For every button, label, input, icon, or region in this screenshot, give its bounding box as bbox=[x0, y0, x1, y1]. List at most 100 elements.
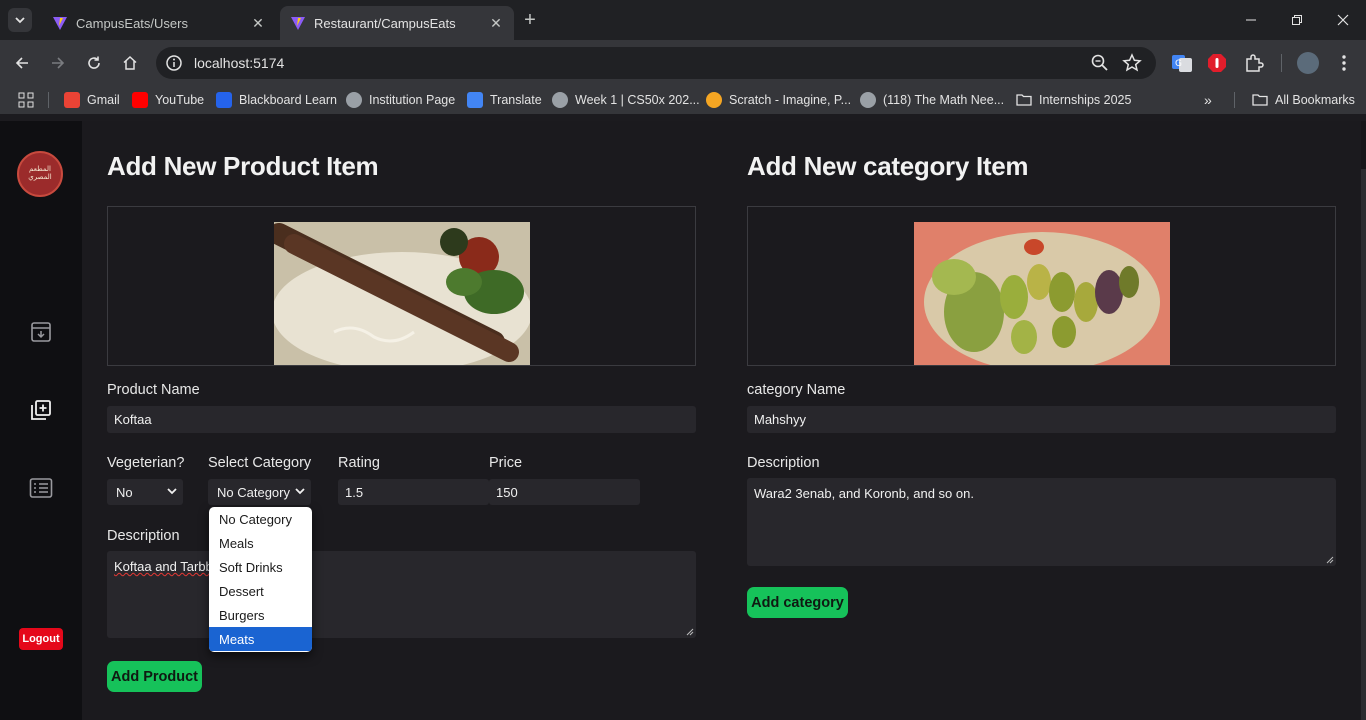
address-bar[interactable]: localhost:5174 bbox=[156, 47, 1156, 79]
home-icon bbox=[123, 55, 137, 70]
bookmark-internships[interactable]: Internships 2025 bbox=[1016, 91, 1131, 109]
minimize-icon bbox=[1246, 19, 1256, 21]
more-bookmarks-button[interactable]: » bbox=[1204, 91, 1212, 109]
tab-campuseats-users[interactable]: CampusEats/Users ✕ bbox=[42, 6, 276, 40]
category-image-box bbox=[747, 206, 1336, 366]
category-description-label: Description bbox=[747, 455, 820, 471]
bookmark-label: Gmail bbox=[87, 93, 120, 107]
bookmark-cs50[interactable]: Week 1 | CS50x 202... bbox=[552, 91, 700, 109]
category-select[interactable]: No Category bbox=[208, 479, 311, 505]
bookmarks-divider bbox=[48, 92, 49, 108]
category-option[interactable]: Burgers bbox=[209, 603, 312, 627]
forward-button[interactable] bbox=[46, 51, 70, 75]
bookmark-label: Internships 2025 bbox=[1039, 93, 1132, 107]
product-name-input[interactable]: Koftaa bbox=[107, 406, 696, 433]
bookmark-label: (118) The Math Nee... bbox=[883, 93, 1005, 107]
arrow-left-icon bbox=[15, 57, 28, 69]
logout-button[interactable]: Logout bbox=[19, 628, 63, 650]
back-button[interactable] bbox=[10, 51, 34, 75]
svg-text:G: G bbox=[1175, 59, 1182, 69]
close-icon bbox=[1337, 14, 1349, 26]
reload-button[interactable] bbox=[82, 51, 106, 75]
product-name-label: Product Name bbox=[107, 382, 200, 398]
toolbar-divider bbox=[1281, 54, 1282, 72]
category-select-label: Select Category bbox=[208, 455, 312, 471]
chevron-down-icon bbox=[167, 488, 177, 495]
category-heading: Add New category Item bbox=[747, 151, 1029, 181]
browser-toolbar: localhost:5174 G bbox=[0, 40, 1366, 86]
kofta-image bbox=[274, 222, 530, 365]
reload-icon bbox=[88, 56, 100, 69]
all-bookmarks-folder[interactable]: All Bookmarks bbox=[1252, 91, 1355, 109]
bookmarks-bar: Gmail YouTube Blackboard Learn Instituti… bbox=[0, 86, 1366, 114]
extensions-puzzle-icon[interactable] bbox=[1243, 52, 1265, 74]
bookmark-label: Scratch - Imagine, P... bbox=[729, 93, 852, 107]
bookmark-institution[interactable]: Institution Page bbox=[346, 91, 455, 109]
resize-grip-icon[interactable] bbox=[686, 628, 694, 636]
close-tab-icon[interactable]: ✕ bbox=[250, 15, 266, 31]
close-window-button[interactable] bbox=[1320, 0, 1366, 40]
google-translate-extension-icon[interactable]: G bbox=[1171, 52, 1193, 74]
vegetarian-label: Vegeterian? bbox=[107, 455, 185, 471]
sidebar-item-add[interactable] bbox=[28, 397, 54, 423]
globe-icon bbox=[552, 92, 568, 108]
tab-title: CampusEats/Users bbox=[76, 15, 188, 31]
folder-icon bbox=[1252, 94, 1268, 106]
category-option[interactable]: Dessert bbox=[209, 579, 312, 603]
youtube-icon bbox=[132, 92, 148, 108]
sidebar-item-archive[interactable] bbox=[28, 319, 54, 345]
adblock-extension-icon[interactable] bbox=[1206, 52, 1228, 74]
bookmark-youtube[interactable]: YouTube bbox=[132, 91, 204, 109]
add-product-button[interactable]: Add Product bbox=[107, 661, 202, 692]
category-option-highlighted[interactable]: Meats bbox=[209, 627, 312, 651]
restore-button[interactable] bbox=[1274, 0, 1320, 40]
restaurant-logo[interactable]: المطعم المصري bbox=[17, 151, 63, 197]
category-option[interactable]: No Category bbox=[209, 507, 312, 531]
add-category-button[interactable]: Add category bbox=[747, 587, 848, 618]
scratch-icon bbox=[706, 92, 722, 108]
product-description-textarea[interactable]: Koftaa and Tarbb bbox=[107, 551, 696, 638]
category-option[interactable]: Meals bbox=[209, 531, 312, 555]
bookmark-math[interactable]: (118) The Math Nee... bbox=[860, 91, 1004, 109]
rating-label: Rating bbox=[338, 455, 380, 471]
web-page: المطعم المصري Logout Add New Product Ite… bbox=[0, 121, 1366, 720]
site-info-icon[interactable] bbox=[164, 53, 184, 73]
bookmarks-divider bbox=[1234, 92, 1235, 108]
more-menu-icon[interactable] bbox=[1333, 52, 1355, 74]
mahshy-image bbox=[914, 222, 1170, 365]
category-description-textarea[interactable]: Wara2 3enab, and Koronb, and so on. bbox=[747, 478, 1336, 566]
zoom-icon[interactable] bbox=[1090, 53, 1110, 73]
browser-tab-bar: CampusEats/Users ✕ Restaurant/CampusEats… bbox=[0, 0, 1366, 40]
minimize-button[interactable] bbox=[1228, 0, 1274, 40]
apps-grid-icon[interactable] bbox=[18, 92, 34, 108]
restore-icon bbox=[1292, 15, 1302, 25]
category-option[interactable]: Soft Drinks bbox=[209, 555, 312, 579]
price-input[interactable]: 150 bbox=[489, 479, 640, 505]
sidebar-item-list[interactable] bbox=[28, 475, 54, 501]
resize-grip-icon[interactable] bbox=[1326, 556, 1334, 564]
url-text[interactable]: localhost:5174 bbox=[194, 55, 1156, 71]
bookmark-blackboard[interactable]: Blackboard Learn bbox=[216, 91, 337, 109]
tab-title: Restaurant/CampusEats bbox=[314, 15, 456, 31]
tab-search-button[interactable] bbox=[8, 8, 32, 32]
home-button[interactable] bbox=[118, 51, 142, 75]
close-tab-icon[interactable]: ✕ bbox=[488, 15, 504, 31]
price-label: Price bbox=[489, 455, 523, 471]
page-scrollbar[interactable] bbox=[1361, 169, 1366, 720]
rating-input[interactable]: 1.5 bbox=[338, 479, 489, 505]
bookmark-label: YouTube bbox=[155, 93, 205, 107]
bookmark-scratch[interactable]: Scratch - Imagine, P... bbox=[706, 91, 851, 109]
vegetarian-value: No bbox=[116, 484, 133, 500]
profile-avatar[interactable] bbox=[1297, 52, 1319, 74]
gmail-icon bbox=[64, 92, 80, 108]
vite-icon bbox=[291, 17, 305, 30]
tab-restaurant-campuseats[interactable]: Restaurant/CampusEats ✕ bbox=[280, 6, 514, 40]
bookmark-gmail[interactable]: Gmail bbox=[64, 91, 120, 109]
main-content: Add New Product Item Product Name Koftaa… bbox=[82, 121, 1361, 720]
bookmark-label: Week 1 | CS50x 202... bbox=[575, 93, 700, 107]
star-icon[interactable] bbox=[1122, 53, 1142, 73]
vegetarian-select[interactable]: No bbox=[107, 479, 183, 505]
category-name-input[interactable]: Mahshyy bbox=[747, 406, 1336, 433]
bookmark-translate[interactable]: Translate bbox=[467, 91, 542, 109]
new-tab-button[interactable]: + bbox=[520, 10, 540, 30]
